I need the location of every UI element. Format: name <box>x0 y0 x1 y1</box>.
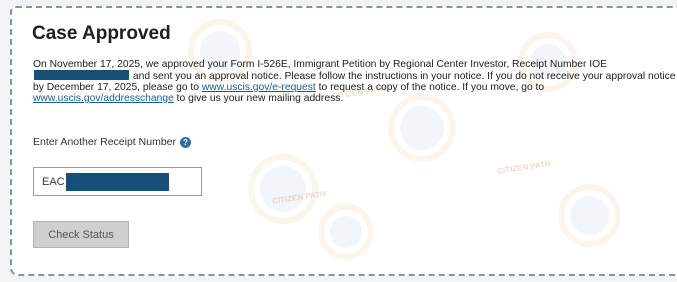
case-status-title: Case Approved <box>32 23 171 44</box>
help-icon[interactable]: ? <box>180 136 191 148</box>
case-status-page: CITIZEN PATH CITIZEN PATH CITIZEN PATH C… <box>0 0 677 282</box>
receipt-number-input[interactable]: EAC <box>33 167 202 196</box>
receipt-number-label-row: Enter Another Receipt Number ? <box>33 136 191 148</box>
notice-text-end: to give us your new mailing address. <box>173 93 344 104</box>
redacted-receipt-number <box>34 70 129 80</box>
watermark-logo <box>552 178 627 253</box>
watermark-text: CITIZEN PATH <box>496 159 552 176</box>
case-status-card: CITIZEN PATH CITIZEN PATH CITIZEN PATH C… <box>10 6 677 276</box>
receipt-number-label: Enter Another Receipt Number <box>33 136 176 148</box>
watermark-logo <box>242 148 324 230</box>
receipt-input-prefix: EAC <box>42 175 65 188</box>
notice-text-before-receipt: On November 17, 2025, we approved your F… <box>33 59 608 70</box>
e-request-link[interactable]: www.uscis.gov/e-request <box>202 82 316 93</box>
check-status-button[interactable]: Check Status <box>33 221 129 248</box>
address-change-link[interactable]: www.uscis.gov/addresschange <box>33 93 174 104</box>
case-status-notice: On November 17, 2025, we approved your F… <box>33 59 677 104</box>
notice-text-after-link: to request a copy of the notice. If you … <box>315 82 545 93</box>
watermark-logo <box>312 198 380 266</box>
redacted-receipt-input-value <box>65 172 169 191</box>
watermark-text: CITIZEN PATH <box>271 189 327 206</box>
